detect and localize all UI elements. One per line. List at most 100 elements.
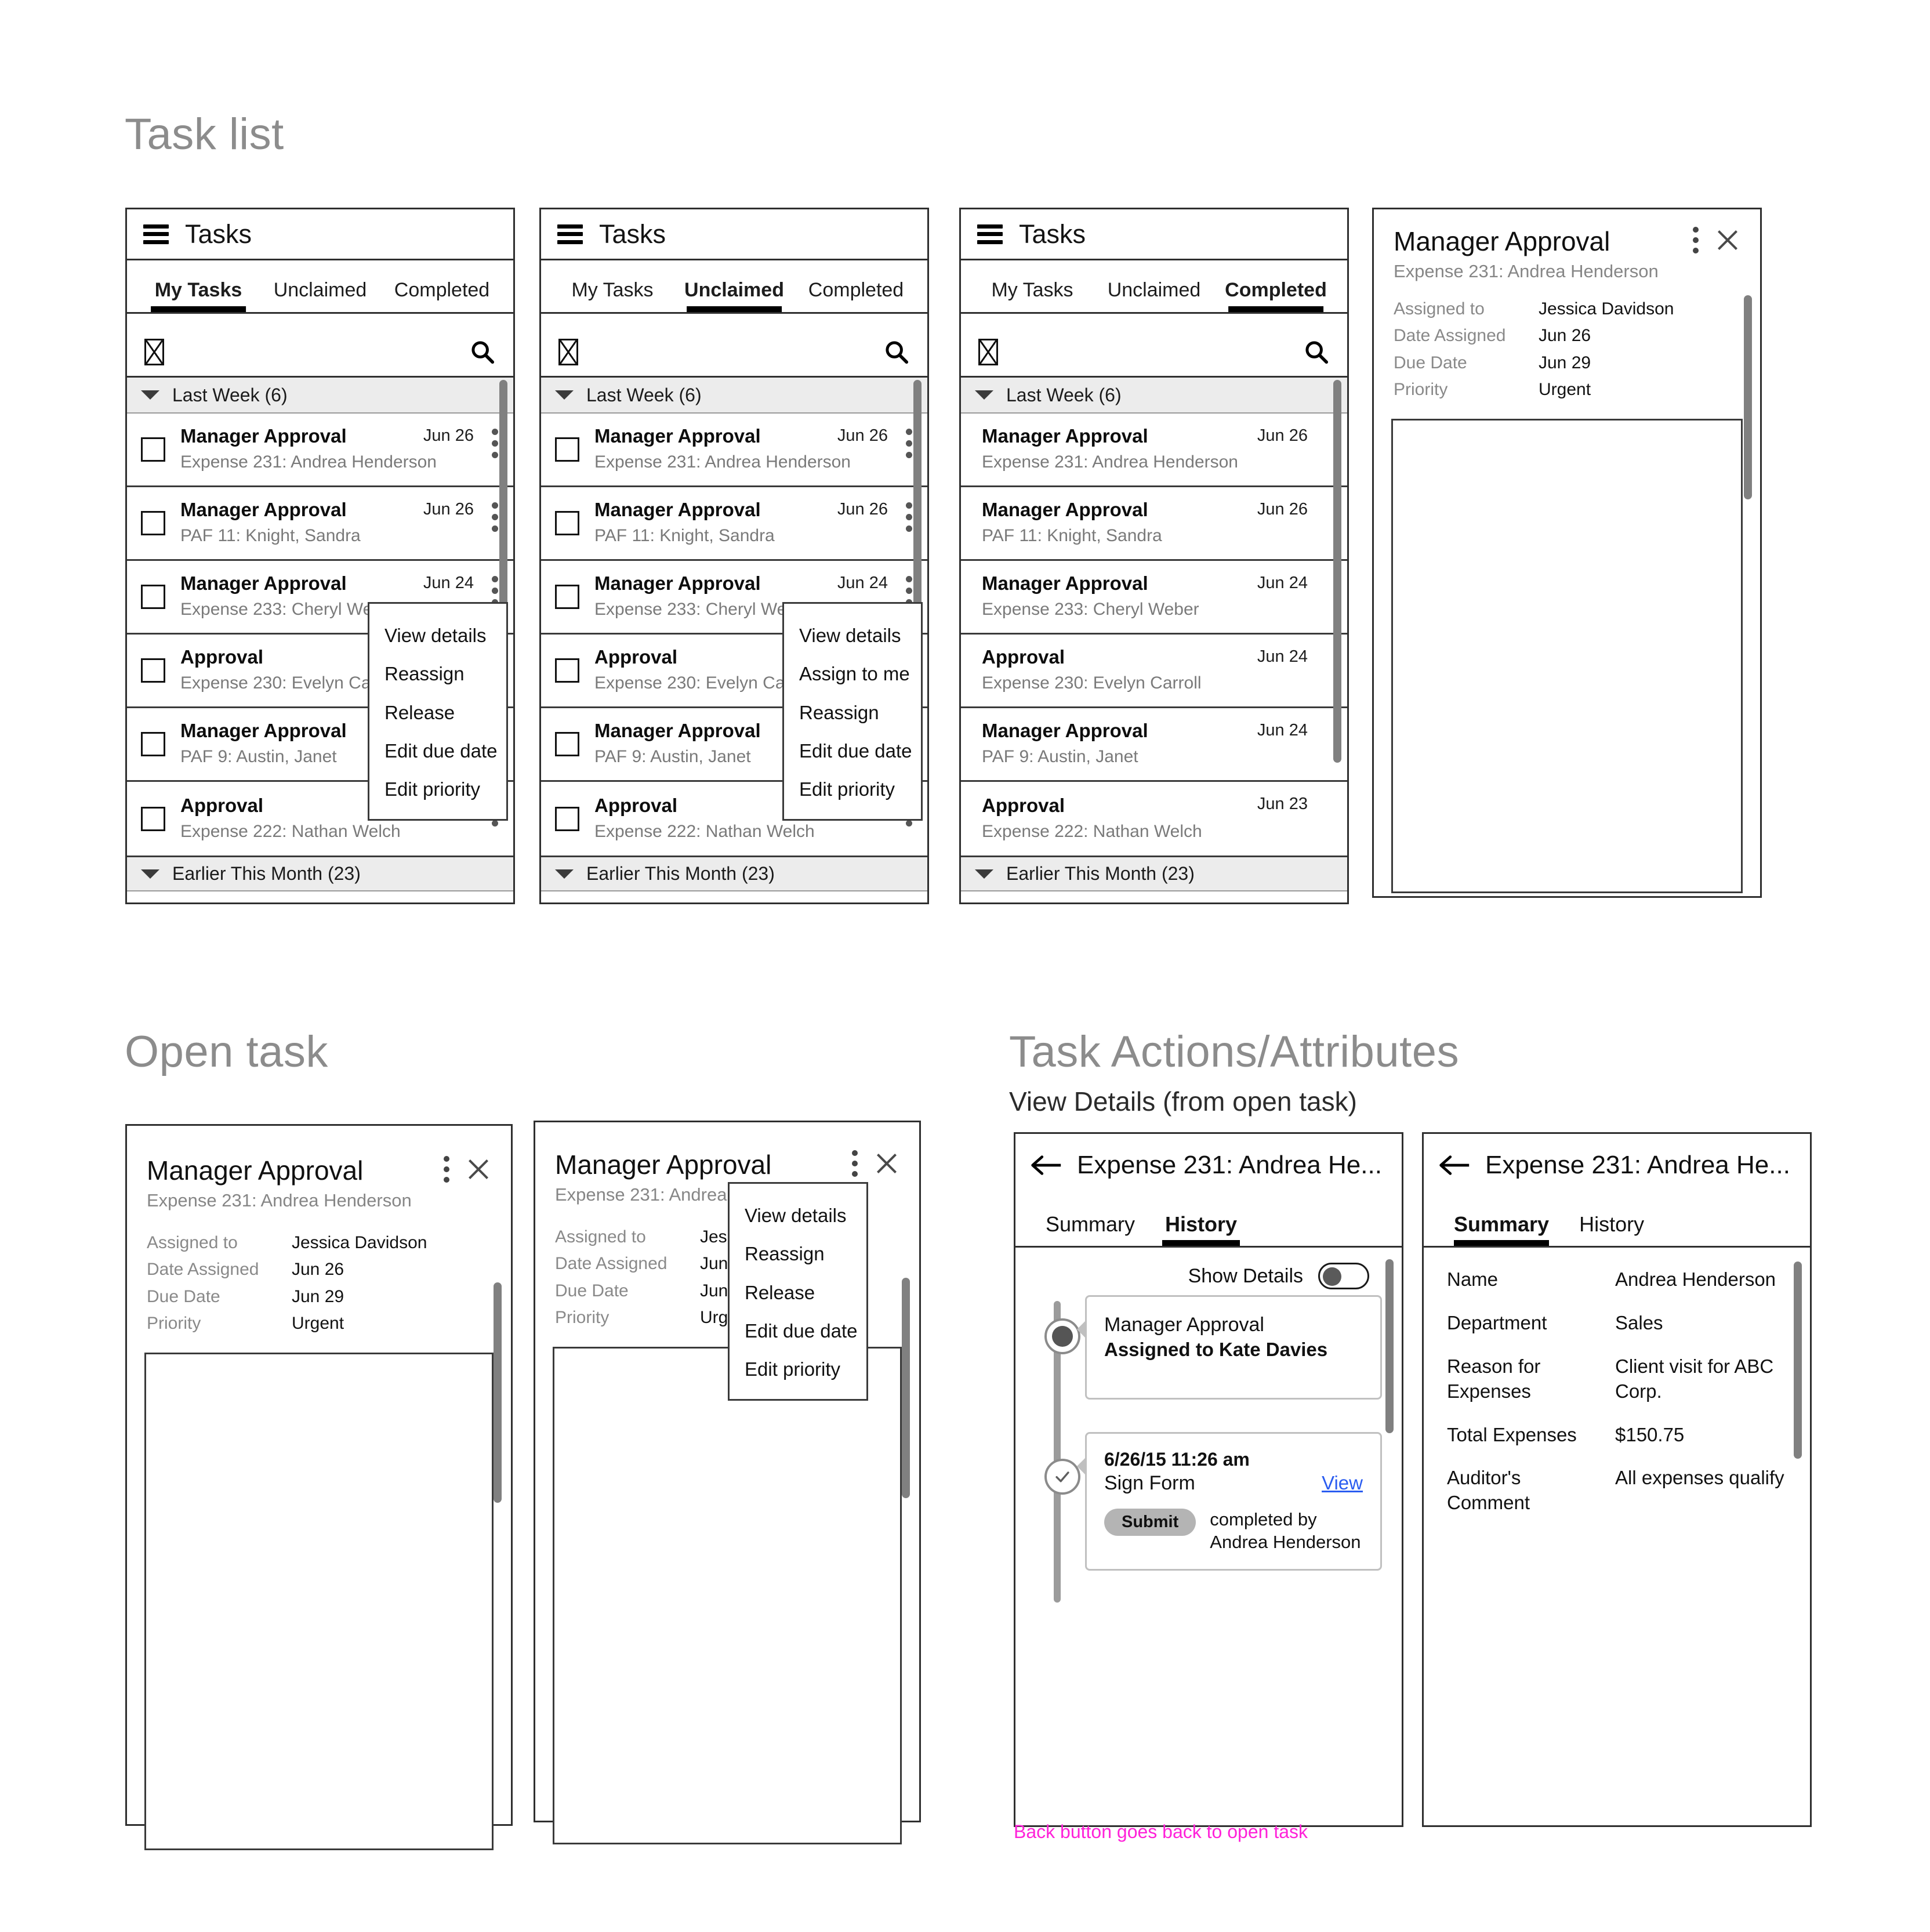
menu-item-edit-priority[interactable]: Edit priority [369, 770, 506, 809]
menu-item-view-details[interactable]: View details [784, 617, 921, 655]
search-icon[interactable] [1303, 339, 1330, 365]
tab-completed[interactable]: Completed [1215, 279, 1337, 312]
task-checkbox[interactable] [555, 585, 579, 609]
search-icon[interactable] [883, 339, 910, 365]
menu-item-view-details[interactable]: View details [369, 617, 506, 655]
scrollbar[interactable] [1744, 295, 1752, 499]
kebab-menu-icon[interactable] [852, 1150, 858, 1177]
table-row[interactable]: Manager Approval PAF 9: Austin, Janet Ju… [961, 708, 1347, 782]
menu-item-view-details[interactable]: View details [730, 1197, 866, 1235]
task-checkbox[interactable] [141, 437, 165, 462]
context-menu-my-tasks[interactable]: View details Reassign Release Edit due d… [368, 602, 508, 821]
menu-item-assign-to-me[interactable]: Assign to me [784, 655, 921, 693]
tab-completed[interactable]: Completed [381, 279, 503, 312]
task-form-area[interactable] [553, 1346, 902, 1844]
menu-item-edit-due-date[interactable]: Edit due date [784, 732, 921, 770]
search-bar[interactable] [961, 328, 1347, 378]
task-checkbox[interactable] [141, 585, 165, 609]
menu-item-release[interactable]: Release [730, 1274, 866, 1312]
tab-unclaimed[interactable]: Unclaimed [1093, 279, 1215, 312]
table-row[interactable]: Manager Approval PAF 11: Knight, Sandra … [127, 487, 513, 561]
event-assignee: Assigned to Kate Davies [1104, 1339, 1328, 1361]
table-row[interactable]: Manager Approval Expense 231: Andrea Hen… [961, 414, 1347, 487]
scrollbar[interactable] [902, 1278, 910, 1498]
task-date: Jun 26 [1257, 500, 1308, 519]
menu-item-edit-priority[interactable]: Edit priority [784, 770, 921, 809]
hamburger-icon[interactable] [977, 224, 1003, 244]
context-menu-unclaimed[interactable]: View details Assign to me Reassign Edit … [782, 602, 923, 821]
tab-my-tasks[interactable]: My Tasks [552, 279, 673, 312]
tab-my-tasks[interactable]: My Tasks [137, 279, 259, 312]
task-checkbox[interactable] [555, 732, 579, 756]
menu-item-edit-priority[interactable]: Edit priority [730, 1350, 866, 1389]
task-checkbox[interactable] [141, 511, 165, 535]
tab-history[interactable]: History [1564, 1212, 1659, 1246]
event-title: Manager Approval [1104, 1314, 1264, 1336]
scrollbar[interactable] [494, 1282, 502, 1503]
task-form-area[interactable] [144, 1352, 494, 1850]
menu-item-edit-due-date[interactable]: Edit due date [369, 732, 506, 770]
list-item[interactable]: 6/26/15 11:26 am Sign Form View Submit c… [1035, 1432, 1382, 1571]
close-icon[interactable] [466, 1157, 491, 1182]
table-row[interactable]: Approval Expense 222: Nathan Welch Jun 2… [961, 782, 1347, 856]
tab-completed[interactable]: Completed [795, 279, 917, 312]
menu-item-edit-due-date[interactable]: Edit due date [730, 1312, 866, 1350]
task-title: Manager Approval [180, 572, 347, 595]
task-checkbox[interactable] [555, 511, 579, 535]
task-form-area[interactable] [1391, 418, 1743, 893]
table-row[interactable]: Approval Expense 230: Evelyn Carroll Jun… [961, 635, 1347, 708]
back-arrow-icon[interactable] [1439, 1154, 1470, 1177]
kebab-menu-icon[interactable] [1693, 227, 1699, 253]
app-bar: Tasks [127, 209, 513, 260]
menu-item-reassign[interactable]: Reassign [369, 655, 506, 693]
group-header-earlier-this-month[interactable]: Earlier This Month (23) [127, 856, 513, 891]
tab-unclaimed[interactable]: Unclaimed [673, 279, 795, 312]
hamburger-icon[interactable] [557, 224, 583, 244]
detail-fields: Assigned to Jessica Davidson Date Assign… [1394, 296, 1740, 404]
table-row[interactable]: Manager Approval PAF 11: Knight, Sandra … [541, 487, 927, 561]
task-checkbox[interactable] [141, 806, 165, 831]
menu-item-reassign[interactable]: Reassign [784, 694, 921, 732]
hamburger-icon[interactable] [143, 224, 169, 244]
tab-unclaimed[interactable]: Unclaimed [259, 279, 381, 312]
list-item[interactable]: Manager Approval Assigned to Kate Davies [1035, 1295, 1382, 1400]
group-header-last-week[interactable]: Last Week (6) [127, 378, 513, 414]
search-bar[interactable] [541, 328, 927, 378]
tab-summary[interactable]: Summary [1439, 1212, 1564, 1246]
task-checkbox[interactable] [141, 732, 165, 756]
scrollbar[interactable] [1333, 380, 1341, 763]
table-row[interactable]: Manager Approval Expense 231: Andrea Hen… [127, 414, 513, 487]
close-icon[interactable] [1715, 227, 1740, 253]
group-header-earlier-this-month[interactable]: Earlier This Month (23) [541, 856, 927, 891]
menu-item-reassign[interactable]: Reassign [730, 1235, 866, 1273]
task-checkbox[interactable] [555, 806, 579, 831]
tab-history[interactable]: History [1150, 1212, 1252, 1246]
task-checkbox[interactable] [141, 658, 165, 683]
view-link[interactable]: View [1322, 1472, 1363, 1494]
task-checkbox[interactable] [555, 658, 579, 683]
show-details-toggle[interactable] [1318, 1263, 1369, 1289]
tab-my-tasks[interactable]: My Tasks [971, 279, 1093, 312]
task-date: Jun 26 [423, 426, 474, 445]
group-header-last-week[interactable]: Last Week (6) [961, 378, 1347, 414]
back-arrow-icon[interactable] [1031, 1154, 1062, 1177]
scrollbar[interactable] [1794, 1262, 1802, 1459]
task-checkbox[interactable] [555, 437, 579, 462]
table-row[interactable]: Manager Approval Expense 231: Andrea Hen… [541, 414, 927, 487]
group-header-earlier-this-month[interactable]: Earlier This Month (23) [961, 856, 1347, 891]
search-bar[interactable] [127, 328, 513, 378]
task-title: Approval [982, 646, 1065, 668]
field-label: Assigned to [555, 1227, 646, 1246]
menu-item-release[interactable]: Release [369, 694, 506, 732]
scrollbar[interactable] [1385, 1259, 1394, 1433]
chevron-down-icon [141, 869, 159, 879]
group-header-last-week[interactable]: Last Week (6) [541, 378, 927, 414]
table-row[interactable]: Manager Approval PAF 11: Knight, Sandra … [961, 487, 1347, 561]
tab-summary[interactable]: Summary [1031, 1212, 1150, 1246]
context-menu-open-task[interactable]: View details Reassign Release Edit due d… [728, 1182, 868, 1401]
search-icon[interactable] [469, 339, 496, 365]
group-label: Last Week (6) [1006, 384, 1122, 405]
close-icon[interactable] [874, 1151, 899, 1176]
table-row[interactable]: Manager Approval Expense 233: Cheryl Web… [961, 561, 1347, 635]
kebab-menu-icon[interactable] [444, 1156, 449, 1183]
